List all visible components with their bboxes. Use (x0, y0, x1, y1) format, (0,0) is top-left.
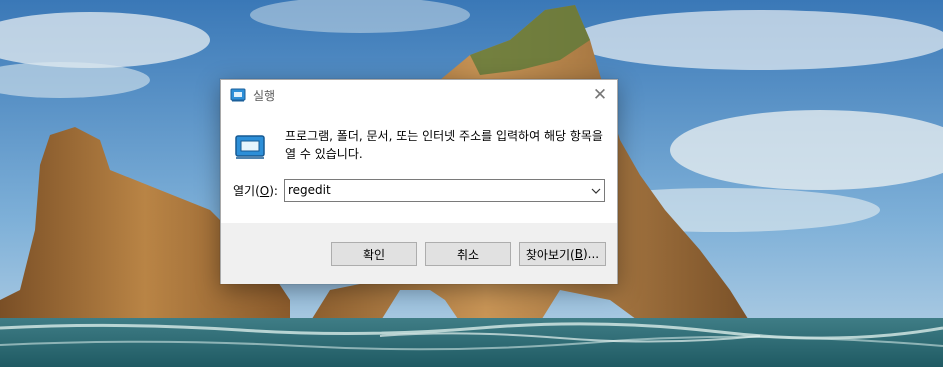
run-dialog: 실행 ✕ 프로그램, 폴더, 문서, 또는 인터넷 주소를 입력하여 해당 항목… (220, 79, 618, 284)
browse-label-suffix: )... (582, 247, 600, 261)
dialog-body: 프로그램, 폴더, 문서, 또는 인터넷 주소를 입력하여 해당 항목을 열 수… (221, 110, 617, 223)
run-icon (235, 135, 265, 159)
dialog-description: 프로그램, 폴더, 문서, 또는 인터넷 주소를 입력하여 해당 항목을 열 수… (285, 129, 603, 161)
dropdown-button[interactable] (587, 180, 604, 201)
title-bar[interactable]: 실행 ✕ (221, 80, 617, 110)
browse-label-prefix: 찾아보기( (525, 247, 575, 262)
dialog-title: 실행 (253, 89, 276, 103)
command-input[interactable]: regedit (288, 183, 331, 197)
open-label-accesskey: O (259, 184, 270, 198)
chevron-down-icon (591, 188, 600, 194)
open-label-prefix: 열기( (233, 184, 260, 198)
ok-button[interactable]: 확인 (331, 242, 417, 266)
close-icon: ✕ (592, 85, 608, 105)
cancel-button-label: 취소 (456, 247, 480, 262)
cancel-button[interactable]: 취소 (425, 242, 511, 266)
open-combobox[interactable]: regedit (284, 179, 605, 202)
run-icon (230, 88, 246, 102)
browse-button[interactable]: 찾아보기(B)... (519, 242, 606, 266)
ok-button-label: 확인 (362, 247, 386, 262)
open-label: 열기(O): (233, 182, 278, 199)
button-bar: 확인 취소 찾아보기(B)... (221, 223, 617, 284)
close-button[interactable]: ✕ (583, 80, 617, 110)
open-label-suffix: ): (269, 184, 278, 198)
browse-label-accesskey: B (574, 247, 583, 261)
